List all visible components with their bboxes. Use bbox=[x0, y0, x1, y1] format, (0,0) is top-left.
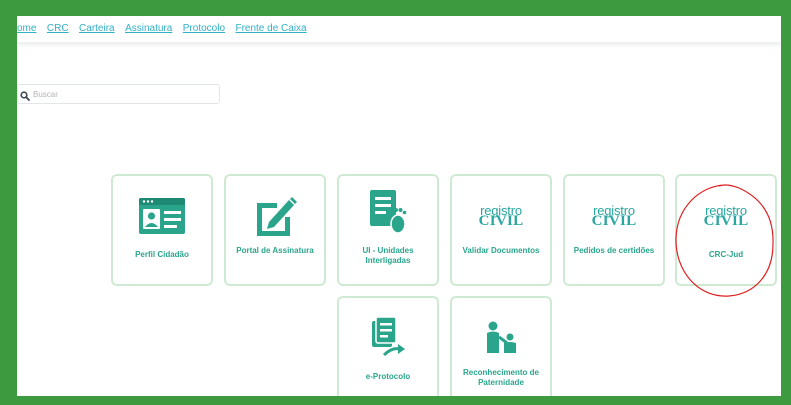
tile-label: Perfil Cidadão bbox=[135, 250, 189, 259]
tile-e-protocolo[interactable]: e-Protocolo bbox=[337, 296, 439, 396]
profile-card-icon bbox=[113, 194, 211, 238]
search-input[interactable] bbox=[33, 87, 213, 101]
tile-validar-documentos[interactable]: registro CIVIL Validar Documentos bbox=[450, 174, 552, 286]
registro-civil-logo: registro CIVIL bbox=[677, 194, 775, 238]
registro-civil-logo: registro CIVIL bbox=[565, 194, 663, 238]
registro-civil-logo: registro CIVIL bbox=[452, 194, 550, 238]
tile-label: UI - Unidades Interligadas bbox=[362, 246, 414, 265]
tile-label: Reconhecimento de Paternidade bbox=[462, 368, 539, 387]
nav-links: ome CRC Carteira Assinatura Protocolo Fr… bbox=[17, 18, 313, 36]
parent-child-icon bbox=[452, 316, 550, 360]
search-box[interactable] bbox=[17, 84, 220, 104]
tile-ui-unidades-interligadas[interactable]: UI - Unidades Interligadas bbox=[337, 174, 439, 286]
tile-crc-jud[interactable]: registro CIVIL CRC-Jud bbox=[675, 174, 777, 286]
tile-label: Portal de Assinatura bbox=[236, 246, 314, 255]
tile-reconhecimento-de-paternidade[interactable]: Reconhecimento de Paternidade bbox=[450, 296, 552, 396]
logo-text-civil: CIVIL bbox=[703, 212, 749, 229]
tile-pedidos-de-certidoes[interactable]: registro CIVIL Pedidos de certidões bbox=[563, 174, 665, 286]
nav-link-crc[interactable]: CRC bbox=[47, 23, 69, 34]
nav-link-assinatura[interactable]: Assinatura bbox=[125, 23, 172, 34]
tile-label: Validar Documentos bbox=[462, 246, 540, 255]
tile-portal-de-assinatura[interactable]: Portal de Assinatura bbox=[224, 174, 326, 286]
tile-label: Pedidos de certidões bbox=[573, 246, 655, 255]
nav-link-frente-de-caixa[interactable]: Frente de Caixa bbox=[235, 23, 306, 34]
document-arrow-icon bbox=[339, 316, 437, 360]
tile-label: e-Protocolo bbox=[365, 372, 411, 381]
logo-text-civil: CIVIL bbox=[478, 212, 524, 229]
nav-link-carteira[interactable]: Carteira bbox=[79, 23, 115, 34]
document-footprint-icon bbox=[339, 190, 437, 234]
edit-pencil-icon bbox=[226, 194, 324, 238]
nav-link-home[interactable]: ome bbox=[17, 23, 36, 34]
logo-text-civil: CIVIL bbox=[591, 212, 637, 229]
nav-link-protocolo[interactable]: Protocolo bbox=[183, 23, 225, 34]
top-navigation: ome CRC Carteira Assinatura Protocolo Fr… bbox=[17, 16, 781, 43]
tile-label: CRC-Jud bbox=[708, 250, 744, 259]
search-icon bbox=[20, 88, 30, 106]
browser-screen: ome CRC Carteira Assinatura Protocolo Fr… bbox=[17, 16, 781, 396]
tile-perfil-cidadao[interactable]: Perfil Cidadão bbox=[111, 174, 213, 286]
